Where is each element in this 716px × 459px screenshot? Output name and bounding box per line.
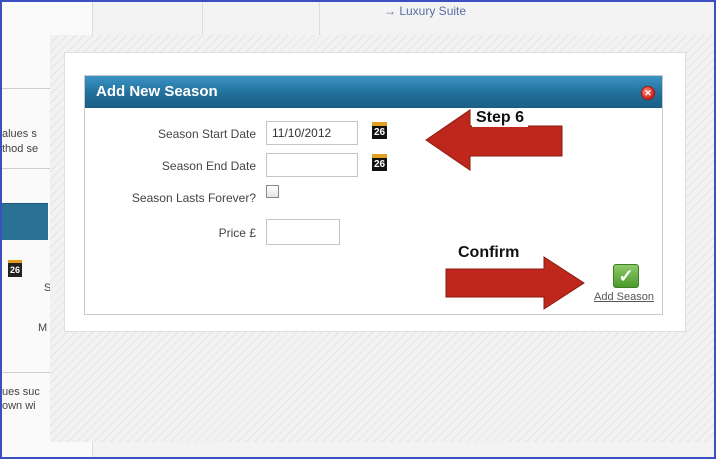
screenshot-frame: → Luxury Suite alues s thod se 26 S M ue… <box>0 0 716 459</box>
season-forever-checkbox[interactable] <box>266 185 279 198</box>
background-divider <box>2 168 50 169</box>
background-text: ues suc <box>2 386 40 398</box>
season-end-input[interactable] <box>266 153 358 177</box>
season-start-input[interactable] <box>266 121 358 145</box>
season-end-label: Season End Date <box>161 159 256 173</box>
confirm-arrow-body <box>445 256 585 310</box>
background-header-bar <box>2 203 48 240</box>
season-start-label: Season Start Date <box>157 127 256 141</box>
price-label: Price £ <box>218 226 256 240</box>
calendar-icon[interactable]: 26 <box>372 154 387 171</box>
background-text: own wi <box>2 400 36 412</box>
background-luxury-suite-link[interactable]: → Luxury Suite <box>384 4 466 18</box>
add-season-link[interactable]: Add Season <box>594 291 654 303</box>
background-calendar-icon[interactable]: 26 <box>8 260 22 277</box>
add-season-check-icon[interactable]: ✓ <box>613 264 639 288</box>
background-divider <box>2 88 50 89</box>
background-text: alues s <box>2 128 37 140</box>
dialog-header: Add New Season ✕ <box>85 76 662 108</box>
price-input[interactable] <box>266 219 340 245</box>
season-forever-label: Season Lasts Forever? <box>131 191 256 205</box>
close-icon[interactable]: ✕ <box>641 86 655 100</box>
step-6-label: Step 6 <box>472 109 529 127</box>
background-divider <box>2 372 50 373</box>
background-text: M <box>38 322 48 334</box>
confirm-arrow <box>445 256 585 310</box>
calendar-icon[interactable]: 26 <box>372 122 387 139</box>
background-text: thod se <box>2 143 39 155</box>
dialog-title: Add New Season <box>96 83 218 100</box>
